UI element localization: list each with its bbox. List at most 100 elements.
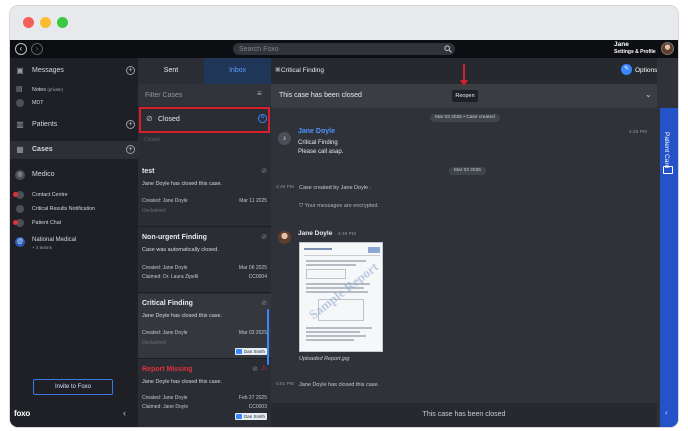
sidebar-item-contact-centre[interactable]: Contact Centre: [10, 189, 138, 201]
case-conversation: ▣ Critical Finding ✎ Options This case h…: [271, 58, 657, 427]
search-input[interactable]: [239, 43, 429, 55]
user-avatar[interactable]: [661, 42, 674, 55]
system-message: Jane Doyle has closed this case.: [299, 382, 380, 388]
attachment-caption[interactable]: Uploaded Report.jpg: [299, 356, 349, 362]
case-card[interactable]: test ⊘ Jane Doyle has closed this case. …: [138, 162, 271, 227]
tab-sent[interactable]: Sent: [138, 58, 204, 84]
settings-profile-link[interactable]: Settings & Profile: [614, 49, 656, 55]
closed-icon: ⊘: [261, 168, 267, 175]
case-created: Created: Jane Doyle: [142, 198, 188, 204]
case-card[interactable]: Non-urgent Finding ⊘ Case was automatica…: [138, 228, 271, 293]
sidebar-item-national-medical[interactable]: @ National Medical + 3 teams: [10, 234, 138, 254]
filter-icon[interactable]: ≡: [257, 89, 262, 98]
report-line: [306, 264, 356, 266]
report-line: [306, 331, 360, 333]
invite-button[interactable]: Invite to Foxo: [33, 379, 113, 395]
date-divider: Mar 03 2025: [449, 167, 486, 175]
report-line: [306, 339, 354, 341]
back-button[interactable]: ‹: [15, 43, 27, 55]
case-claim-status: Unclaimed: [142, 340, 166, 346]
new-case-button[interactable]: +: [126, 145, 135, 154]
case-tabs: Sent Inbox: [138, 58, 271, 84]
sidebar-item-medico[interactable]: ◎ Medico: [10, 167, 138, 183]
user-name[interactable]: Jane: [614, 41, 629, 48]
case-card[interactable]: Report Missing ⊘ ⚠ Jane Doyle has closed…: [138, 360, 271, 427]
sidebar: ▣ Messages + ▤ Notes (private) MDT ▥ Pat…: [10, 58, 138, 427]
new-patient-button[interactable]: +: [126, 120, 135, 129]
sidebar-item-patient-chat[interactable]: Patient Chat: [10, 217, 138, 229]
sidebar-item-label: Notes (private): [32, 87, 64, 93]
report-logo: [368, 247, 380, 253]
case-title: Non-urgent Finding: [142, 234, 207, 241]
sidebar-item-label: Patients: [32, 121, 58, 128]
sidebar-item-messages[interactable]: ▣ Messages +: [10, 63, 138, 79]
maximize-window-button[interactable]: [57, 17, 68, 28]
patient-card-toggle[interactable]: Patient Card ‹: [660, 108, 678, 427]
minimize-window-button[interactable]: [40, 17, 51, 28]
reopen-button[interactable]: Reopen: [452, 90, 478, 102]
list-scrollbar[interactable]: [267, 309, 269, 365]
sidebar-item-notes[interactable]: ▤ Notes (private): [10, 84, 138, 96]
search-icon[interactable]: [444, 45, 452, 53]
sidebar-item-label: Messages: [32, 67, 64, 74]
encryption-notice: ⛉ Your messages are encrypted.: [299, 203, 379, 209]
close-window-button[interactable]: [23, 17, 34, 28]
sidebar-item-patients[interactable]: ▥ Patients +: [10, 117, 138, 133]
report-block: [306, 269, 346, 279]
unread-badge: [13, 192, 18, 197]
organisation-icon: @: [15, 237, 25, 247]
chevron-left-icon[interactable]: ‹: [665, 408, 668, 417]
closed-footer: This case has been closed: [271, 403, 657, 427]
closed-filter-chip[interactable]: ⊘ Closed ✕: [139, 107, 270, 133]
edit-icon[interactable]: ✎: [621, 64, 632, 75]
case-list: Sent Inbox ≡ ⊘ Closed ✕ Closed test ⊘ Ja…: [138, 58, 271, 427]
banner-text: This case has been closed: [279, 92, 362, 99]
foxo-app: ‹ › Jane Settings & Profile ▣ Messages +…: [10, 40, 678, 427]
foxo-logo: foxo: [14, 409, 31, 418]
sidebar-item-mdt[interactable]: MDT: [10, 97, 138, 109]
case-code: CC0003: [248, 404, 267, 410]
collapse-sidebar-icon[interactable]: ‹: [123, 408, 126, 418]
uploaded-report-image[interactable]: Sample Report: [299, 242, 383, 352]
case-card-selected[interactable]: Critical Finding ⊘ Jane Doyle has closed…: [138, 294, 271, 359]
assignee-chip[interactable]: Dan Smith: [234, 413, 267, 420]
search-bar: [233, 43, 455, 55]
patient-card-rail: Patient Card ‹: [657, 58, 678, 427]
report-line: [306, 260, 366, 262]
shield-icon: ⛉: [299, 203, 304, 209]
report-header-line: [304, 248, 332, 250]
sidebar-item-critical-results[interactable]: Critical Results Notification: [10, 203, 138, 215]
case-last-message: Jane Doyle has closed this case.: [142, 379, 223, 385]
case-date: Mar 03 2025: [238, 330, 267, 336]
closed-icon: ⊘: [261, 300, 267, 307]
chevron-down-icon[interactable]: ⌄: [645, 90, 652, 99]
message-sender: Jane Doyle: [298, 230, 333, 237]
sidebar-item-label: MDT: [32, 100, 44, 106]
annotation-arrow-head: [460, 80, 468, 86]
forward-button[interactable]: ›: [31, 43, 43, 55]
message-sender: Jane Doyle: [298, 128, 335, 135]
ban-icon: ⊘: [146, 114, 153, 123]
case-created: Created: Jane Doyle: [142, 265, 188, 271]
options-button[interactable]: Options: [635, 67, 657, 74]
sidebar-item-cases[interactable]: ▦ Cases +: [10, 141, 138, 159]
new-message-button[interactable]: +: [126, 66, 135, 75]
case-date: Mar 06 2025: [238, 265, 267, 271]
case-title: test: [142, 168, 155, 175]
sender-avatar: [278, 231, 291, 244]
case-claimed: Claimed: Jane Doyle: [142, 404, 189, 410]
tab-inbox[interactable]: Inbox: [204, 58, 271, 84]
app-window: ‹ › Jane Settings & Profile ▣ Messages +…: [10, 6, 678, 427]
filter-cases-input[interactable]: [145, 89, 245, 101]
clear-filter-icon[interactable]: ✕: [258, 114, 267, 123]
patients-icon: ▥: [16, 120, 24, 129]
sidebar-item-label: Cases: [32, 146, 53, 153]
report-line: [306, 327, 372, 329]
footer-text: This case has been closed: [422, 411, 506, 418]
assignee-chip[interactable]: Dan Smith: [234, 348, 267, 355]
system-message: Case created by Jane Doyle .: [299, 185, 372, 191]
sidebar-item-label: Contact Centre: [32, 192, 68, 198]
patient-card-label: Patient Card: [663, 132, 670, 169]
case-claim-status: Unclaimed: [142, 208, 166, 214]
case-created: Created: Jane Doyle: [142, 395, 188, 401]
